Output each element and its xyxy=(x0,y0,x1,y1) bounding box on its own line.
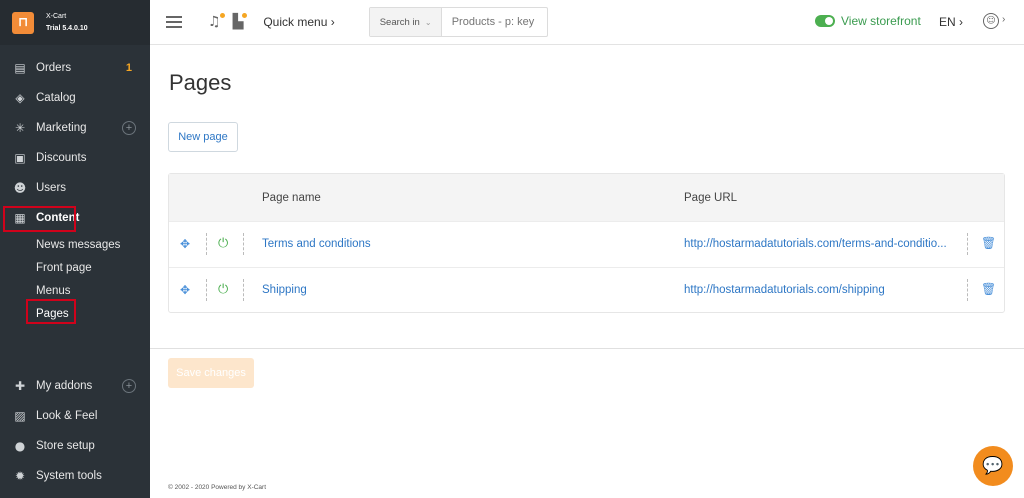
save-changes-button[interactable]: Save changes xyxy=(168,358,254,388)
column-header-page-name: Page name xyxy=(262,191,321,204)
view-storefront-toggle[interactable]: View storefront xyxy=(815,14,921,28)
top-header: ♫ ▙ Quick menu › Search in ⌄ View storef… xyxy=(150,0,1024,45)
xcart-logo-icon: ⊓ xyxy=(12,11,34,34)
user-icon[interactable]: ☺ xyxy=(983,13,999,29)
footer-copyright: © 2002 - 2020 Powered by X-Cart xyxy=(168,484,267,491)
bell-icon[interactable]: ♫ xyxy=(208,13,225,30)
brand-name: X-Cart xyxy=(46,12,67,20)
view-storefront-label: View storefront xyxy=(841,14,921,28)
sidebar-subitem-label: Front page xyxy=(36,261,92,274)
sidebar-item-orders[interactable]: ▤ Orders 1 xyxy=(0,53,150,83)
column-header-page-url: Page URL xyxy=(684,191,738,204)
tag-icon: ◈ xyxy=(15,91,25,105)
sidebar-subitem-front-page[interactable]: Front page xyxy=(0,256,150,279)
drag-move-icon[interactable]: ✥ xyxy=(180,283,190,297)
chat-bubble-icon[interactable]: 💬 xyxy=(973,446,1013,486)
sidebar-item-label: Orders xyxy=(36,62,72,74)
sidebar-item-label: Look & Feel xyxy=(36,410,98,422)
page-name-link[interactable]: Shipping xyxy=(262,284,307,296)
sidebar-item-store-setup[interactable]: ● Store setup xyxy=(0,431,150,461)
gift-icon: ▣ xyxy=(14,151,26,165)
new-page-button[interactable]: New page xyxy=(168,122,238,152)
sidebar-item-my-addons[interactable]: ✚ My addons + xyxy=(0,371,150,401)
table-row: ✥ ⏻ Terms and conditions http://hostarma… xyxy=(169,221,1004,267)
puzzle-icon: ✚ xyxy=(14,379,26,393)
hamburger-menu-icon[interactable] xyxy=(166,16,182,28)
table-header: Page name Page URL xyxy=(169,174,1004,221)
tasks-icon[interactable]: ▙ xyxy=(233,13,248,30)
sidebar-item-label: Discounts xyxy=(36,152,87,164)
brand[interactable]: ⊓ X-Cart Trial 5.4.0.10 xyxy=(0,0,150,45)
sidebar-subitem-label: Menus xyxy=(36,284,71,297)
sidebar-item-discounts[interactable]: ▣ Discounts xyxy=(0,143,150,173)
store-icon: ● xyxy=(14,439,26,453)
chevron-down-icon: ⌄ xyxy=(424,17,432,27)
brand-version: Trial 5.4.0.10 xyxy=(46,24,88,32)
orders-count-badge: 1 xyxy=(125,62,132,74)
trash-icon[interactable]: 🗑 xyxy=(981,236,996,250)
image-icon: ▨ xyxy=(14,409,26,423)
trash-icon[interactable]: 🗑 xyxy=(981,282,996,296)
search-input[interactable] xyxy=(441,16,547,28)
sidebar: ⊓ X-Cart Trial 5.4.0.10 ▤ Orders 1 ◈ Cat… xyxy=(0,0,150,498)
drag-move-icon[interactable]: ✥ xyxy=(180,237,190,251)
sidebar-nav-bottom: ✚ My addons + ▨ Look & Feel ● Store setu… xyxy=(0,371,150,491)
sidebar-item-label: Store setup xyxy=(36,440,95,452)
sidebar-subitem-label: News messages xyxy=(36,238,121,251)
power-toggle-icon[interactable]: ⏻ xyxy=(218,282,228,297)
sidebar-item-look-feel[interactable]: ▨ Look & Feel xyxy=(0,401,150,431)
page-name-link[interactable]: Terms and conditions xyxy=(262,238,371,250)
page-url-link[interactable]: http://hostarmadatutorials.com/shipping xyxy=(684,284,885,296)
pages-table: Page name Page URL ✥ ⏻ Terms and conditi… xyxy=(168,173,1005,313)
search-in-label: Search in xyxy=(379,16,420,28)
pages-highlight-box xyxy=(26,299,76,324)
search-in-dropdown[interactable]: Search in ⌄ xyxy=(369,8,442,36)
table-row: ✥ ⏻ Shipping http://hostarmadatutorials.… xyxy=(169,266,1004,313)
orders-icon: ▤ xyxy=(14,61,26,75)
sidebar-subitem-news-messages[interactable]: News messages xyxy=(0,233,150,256)
sidebar-item-label: My addons xyxy=(36,380,93,392)
sidebar-item-marketing[interactable]: ✳ Marketing + xyxy=(0,113,150,143)
expand-plus-icon[interactable]: + xyxy=(122,379,136,393)
toggle-switch-icon xyxy=(815,15,835,27)
page-url-link[interactable]: http://hostarmadatutorials.com/terms-and… xyxy=(684,238,947,250)
sidebar-item-label: Catalog xyxy=(36,92,76,104)
search-box: Search in ⌄ xyxy=(368,7,548,37)
user-menu-chevron-icon[interactable]: › xyxy=(1002,14,1005,25)
page-title: Pages xyxy=(169,70,232,95)
sidebar-item-label: Users xyxy=(36,182,67,194)
power-toggle-icon[interactable]: ⏻ xyxy=(218,236,228,251)
sidebar-item-users[interactable]: ☻ Users xyxy=(0,173,150,203)
sidebar-item-label: System tools xyxy=(36,470,102,482)
sidebar-item-system-tools[interactable]: ✹ System tools xyxy=(0,461,150,491)
sidebar-nav: ▤ Orders 1 ◈ Catalog ✳ Marketing + ▣ Dis… xyxy=(0,45,150,325)
gear-icon: ✹ xyxy=(14,469,26,483)
quick-menu-button[interactable]: Quick menu › xyxy=(263,15,334,29)
marketing-icon: ✳ xyxy=(14,121,26,135)
sidebar-item-catalog[interactable]: ◈ Catalog xyxy=(0,83,150,113)
users-icon: ☻ xyxy=(13,181,27,195)
content-highlight-box xyxy=(3,206,76,232)
divider xyxy=(150,348,1024,349)
expand-plus-icon[interactable]: + xyxy=(122,121,136,135)
sidebar-item-label: Marketing xyxy=(36,122,87,134)
language-selector[interactable]: EN › xyxy=(939,15,963,29)
